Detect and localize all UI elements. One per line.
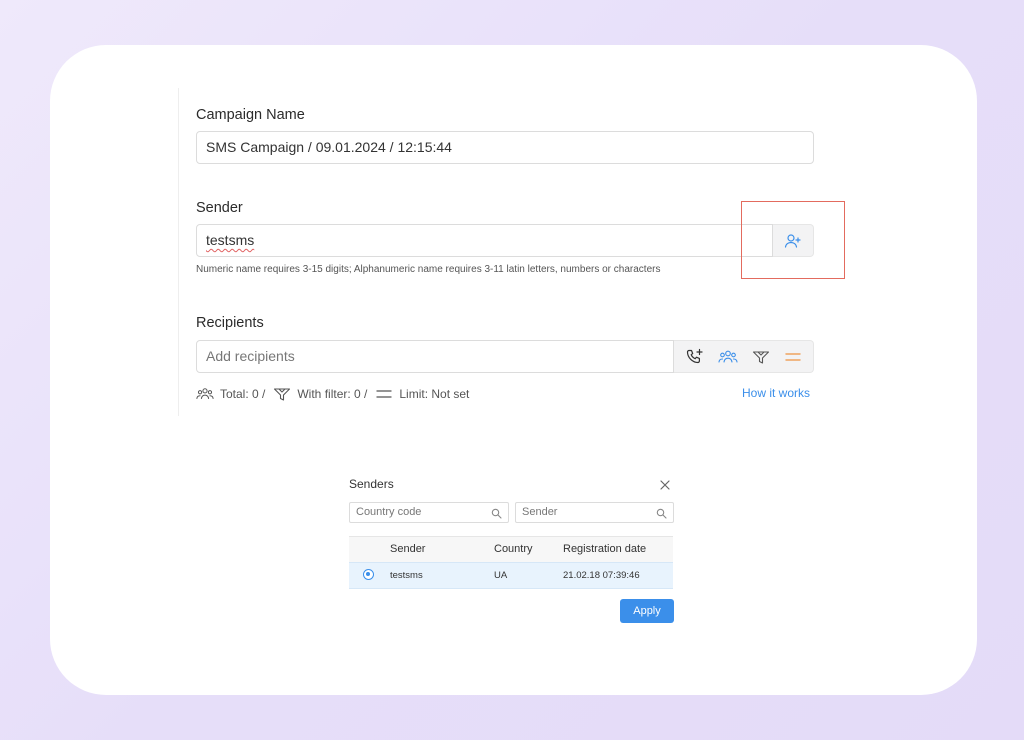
campaign-name-value: SMS Campaign / 09.01.2024 / 12:15:44: [206, 139, 452, 155]
add-phone-button[interactable]: [682, 344, 708, 370]
add-group-button[interactable]: [715, 344, 741, 370]
close-icon: [660, 480, 670, 490]
senders-table: Sender Country Registration date testsms…: [349, 536, 673, 589]
close-modal-button[interactable]: [658, 478, 672, 492]
phone-plus-icon: [686, 348, 703, 364]
table-header: Sender Country Registration date: [349, 536, 673, 562]
limit-value: Limit: Not set: [399, 387, 470, 401]
sender-input[interactable]: testsms: [196, 224, 773, 257]
filter-count: With filter: 0 /: [297, 387, 368, 401]
filter-icon: [752, 351, 770, 364]
row-sender: testsms: [390, 570, 423, 581]
recipients-stats: Total: 0 / With filter: 0 / Limit: Not s…: [196, 385, 477, 403]
limit-icon: [785, 353, 801, 361]
table-row[interactable]: testsms UA 21.02.18 07:39:46: [349, 562, 673, 589]
row-country: UA: [494, 570, 508, 581]
stats-filter-icon: [273, 386, 291, 402]
country-code-placeholder: Country code: [356, 506, 422, 518]
recipients-input[interactable]: Add recipients: [196, 340, 674, 373]
sender-search[interactable]: Sender: [515, 502, 674, 523]
search-icon: [491, 507, 502, 526]
stats-limit-icon: [375, 387, 393, 401]
group-icon: [718, 350, 738, 363]
recipients-label: Recipients: [196, 315, 264, 331]
column-country: Country: [494, 543, 533, 555]
sender-label: Sender: [196, 200, 243, 216]
total-count: Total: 0 /: [220, 387, 266, 401]
total-group-icon: [196, 386, 214, 402]
column-registration-date: Registration date: [563, 543, 647, 555]
senders-modal-title: Senders: [349, 477, 394, 491]
limit-button[interactable]: [780, 344, 806, 370]
sender-search-placeholder: Sender: [522, 506, 558, 518]
sender-hint: Numeric name requires 3-15 digits; Alpha…: [196, 264, 661, 275]
apply-button[interactable]: Apply: [620, 599, 674, 623]
campaign-name-label: Campaign Name: [196, 107, 305, 123]
sender-value: testsms: [206, 232, 255, 248]
recipients-toolbar: [674, 340, 814, 373]
sender-radio[interactable]: [363, 569, 374, 580]
filter-button[interactable]: [748, 344, 774, 370]
row-registration-date: 21.02.18 07:39:46: [563, 570, 640, 581]
column-sender: Sender: [390, 543, 426, 555]
recipients-placeholder: Add recipients: [206, 348, 295, 364]
how-it-works-link[interactable]: How it works: [742, 386, 810, 400]
campaign-name-input[interactable]: SMS Campaign / 09.01.2024 / 12:15:44: [196, 131, 814, 164]
highlight-annotation: [741, 201, 845, 279]
search-icon: [656, 507, 667, 526]
country-code-search[interactable]: Country code: [349, 502, 509, 523]
